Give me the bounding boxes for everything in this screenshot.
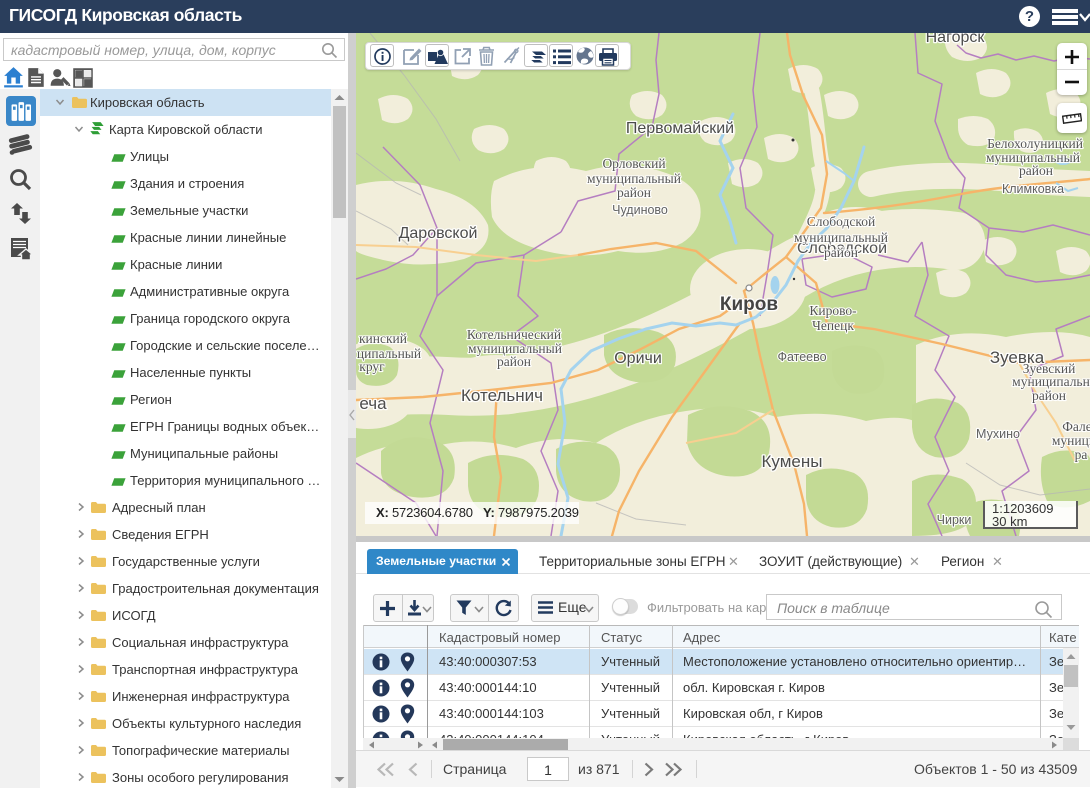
svg-text:Чирки: Чирки: [937, 513, 972, 527]
svg-text:Котельнический: Котельнический: [467, 327, 561, 342]
svg-text:Нагорск: Нагорск: [926, 33, 986, 46]
svg-text:муници: муници: [1052, 433, 1090, 448]
svg-text:район: район: [1032, 388, 1066, 403]
svg-text:район: район: [497, 354, 531, 369]
svg-text:Оричи: Оричи: [614, 350, 662, 367]
svg-text:Чудиново: Чудиново: [612, 203, 668, 217]
svg-text:район: район: [1019, 163, 1053, 178]
svg-text:муниципальн: муниципальн: [1012, 374, 1090, 389]
svg-text:Киров: Киров: [720, 294, 778, 315]
svg-text:муниципальный: муниципальный: [587, 171, 681, 186]
svg-text:Чепецк: Чепецк: [812, 318, 854, 333]
svg-text:район: район: [824, 245, 858, 260]
svg-text:муниципальный: муниципальный: [794, 230, 888, 245]
svg-text:Белохолуницкий: Белохолуницкий: [987, 136, 1083, 151]
svg-text:район: район: [617, 185, 651, 200]
svg-text:Даровской: Даровской: [399, 225, 478, 242]
svg-text:Мухино: Мухино: [976, 427, 1020, 441]
svg-text:Котельнич: Котельнич: [461, 386, 543, 405]
svg-text:Слободской: Слободской: [807, 214, 875, 229]
svg-text:кинский: кинский: [359, 331, 407, 346]
svg-text:Фале: Фале: [1062, 419, 1090, 434]
svg-text:Первомайский: Первомайский: [626, 120, 734, 137]
svg-text:Орловский: Орловский: [602, 156, 665, 171]
svg-text:Климковка: Климковка: [1002, 182, 1064, 196]
svg-text:Фатеево: Фатеево: [777, 350, 826, 364]
svg-text:круг: круг: [359, 359, 385, 374]
svg-text:ра: ра: [1075, 447, 1088, 462]
svg-text:Кумены: Кумены: [762, 452, 823, 471]
svg-text:еча: еча: [359, 394, 387, 413]
svg-text:Кирово-: Кирово-: [809, 303, 857, 318]
